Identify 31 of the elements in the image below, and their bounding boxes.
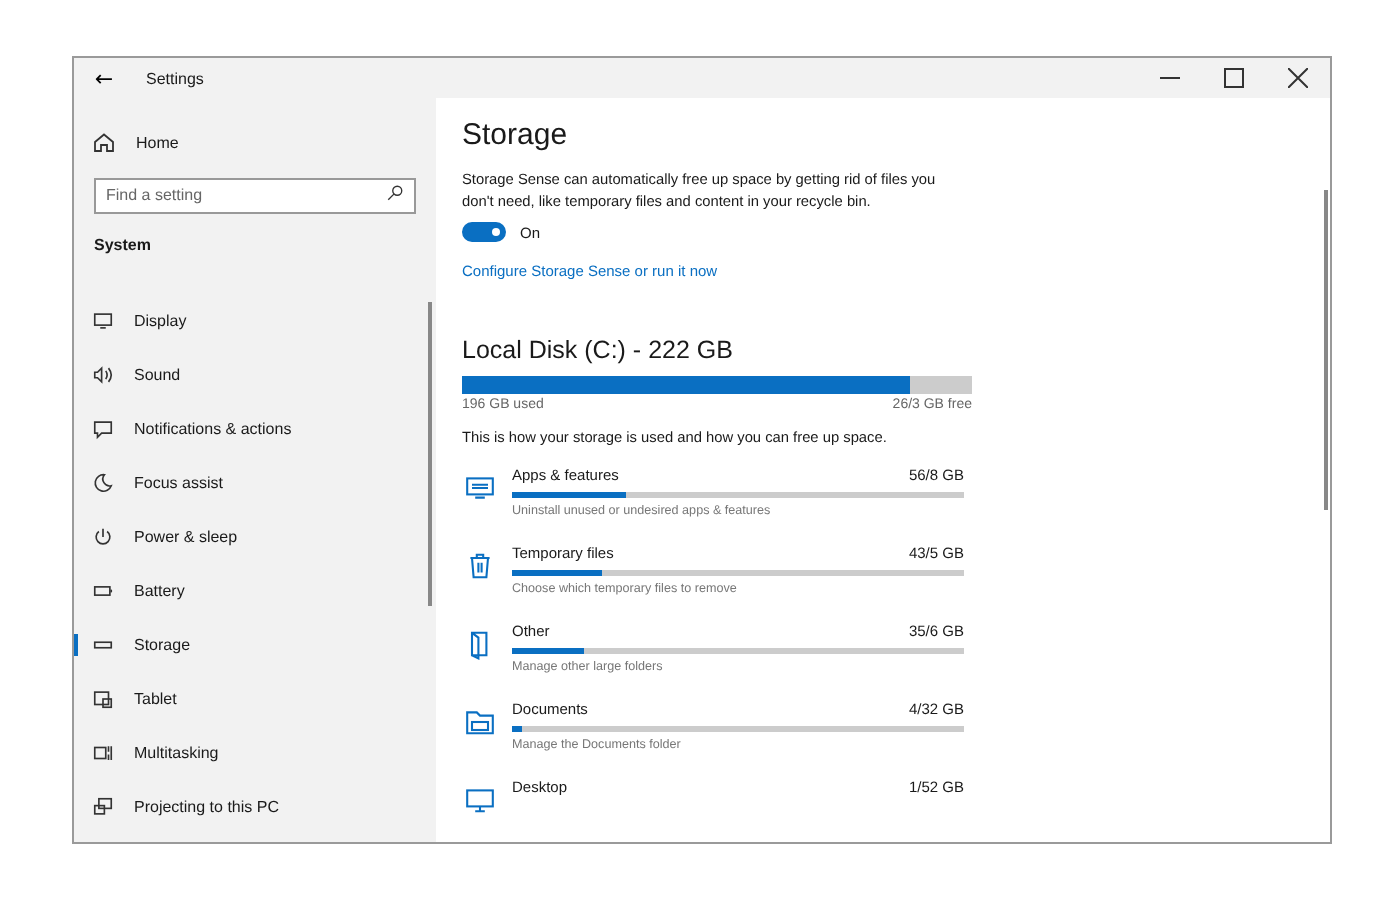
window-title: Settings xyxy=(146,69,204,87)
sidebar-item[interactable]: Multitasking xyxy=(74,726,436,780)
documents-icon xyxy=(464,706,496,738)
sidebar-item[interactable]: Notifications & actions xyxy=(74,402,436,456)
toggle-switch[interactable] xyxy=(462,222,506,242)
sound-icon xyxy=(92,364,114,386)
sidebar-item[interactable]: Power & sleep xyxy=(74,510,436,564)
scrollbar[interactable] xyxy=(1324,190,1328,510)
close-icon xyxy=(1288,68,1308,88)
maximize-icon xyxy=(1224,68,1244,88)
home-nav-item[interactable]: Home xyxy=(74,126,436,158)
home-icon xyxy=(92,130,116,154)
sidebar-item[interactable]: Sound xyxy=(74,348,436,402)
sidebar-item[interactable]: Focus assist xyxy=(74,456,436,510)
sidebar-item[interactable]: Battery xyxy=(74,564,436,618)
sidebar-item[interactable]: Projecting to this PC xyxy=(74,780,436,834)
section-heading: System xyxy=(94,236,153,254)
scrollbar[interactable] xyxy=(428,302,432,606)
search-field[interactable]: Find a setting xyxy=(94,177,416,213)
back-button[interactable]: ← xyxy=(90,65,118,91)
page-title: Storage xyxy=(462,118,570,152)
sidebar-item[interactable]: Tablet xyxy=(74,672,436,726)
sidebar-item[interactable]: Display xyxy=(74,294,436,348)
display-icon xyxy=(92,310,114,332)
search-icon xyxy=(386,184,404,202)
power-icon xyxy=(92,526,114,548)
desktop-icon xyxy=(464,784,496,816)
battery-icon xyxy=(92,580,114,602)
disk-title: Local Disk (C:) - 222 GB xyxy=(462,336,735,364)
notifications-icon xyxy=(92,418,114,440)
sidebar-item[interactable]: Storage xyxy=(74,618,436,672)
